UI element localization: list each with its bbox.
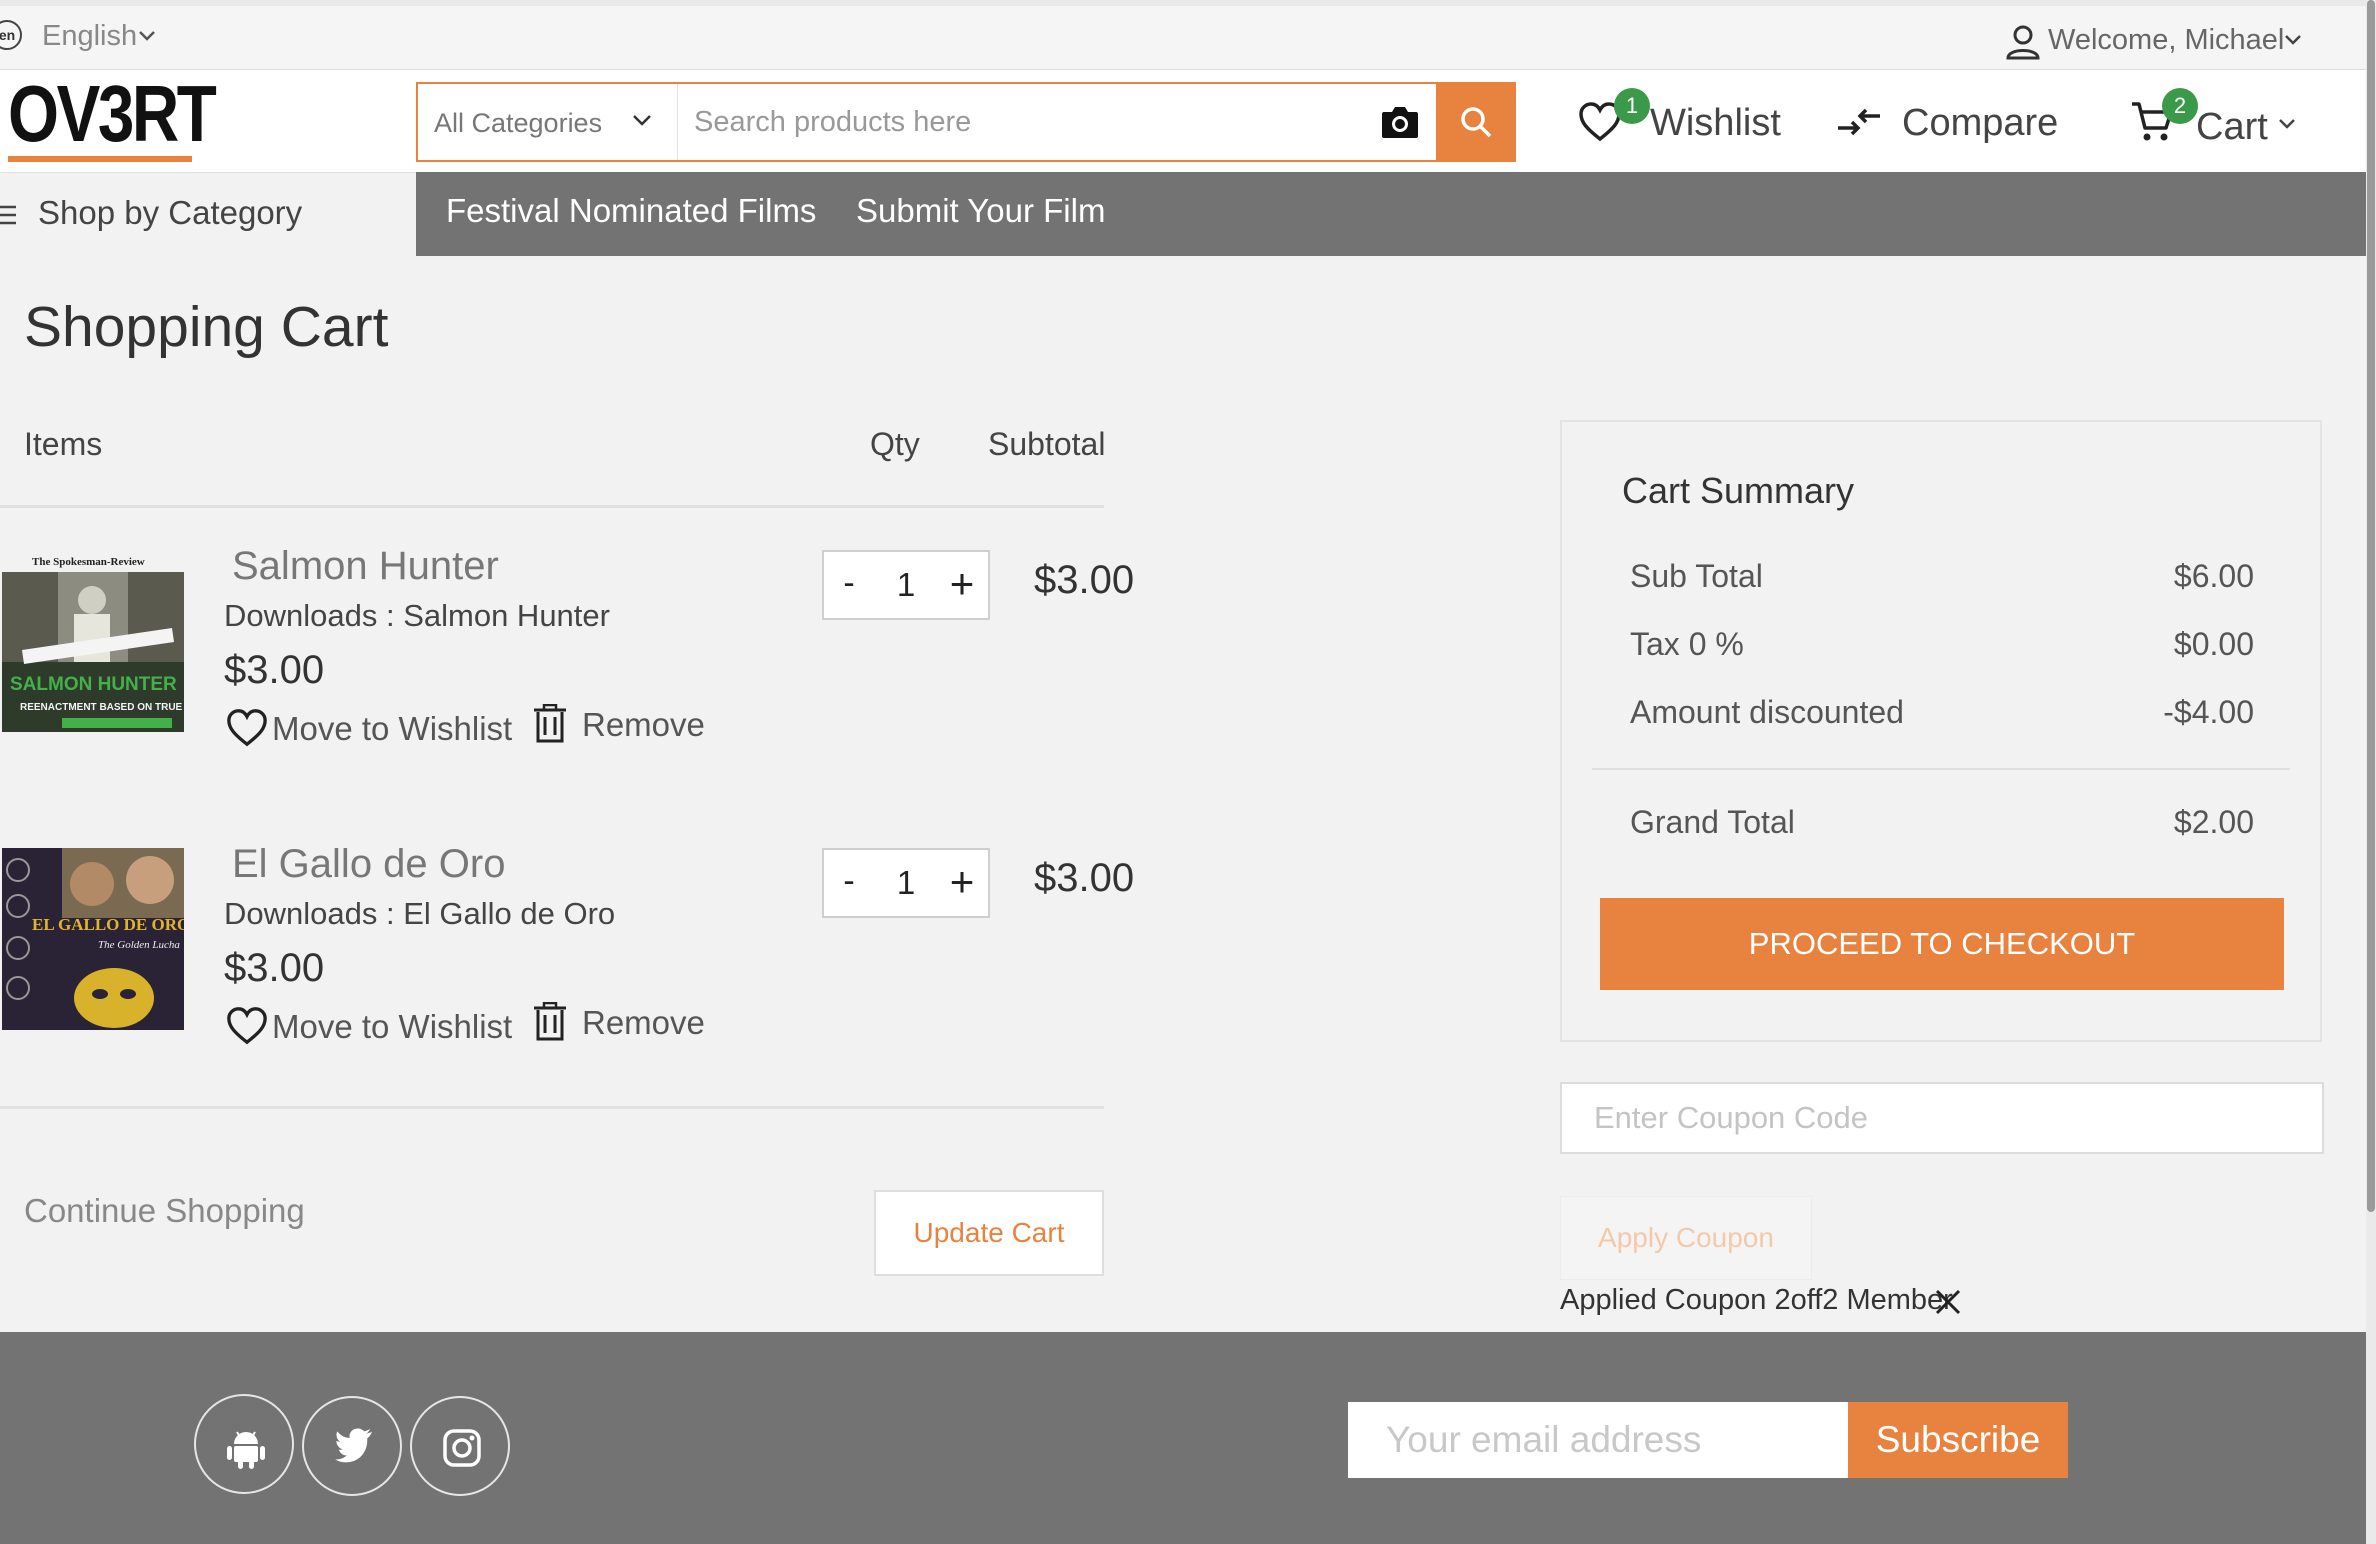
site-logo[interactable]: OV3RT [8, 74, 217, 154]
chevron-down-icon[interactable] [2278, 118, 2296, 130]
nav-link-festival-nominated-films[interactable]: Festival Nominated Films [446, 192, 816, 230]
product-price: $3.00 [224, 946, 325, 990]
coupon-code-input[interactable] [1560, 1082, 2324, 1154]
row-subtotal: $3.00 [1034, 558, 1135, 602]
heart-icon[interactable] [226, 1006, 268, 1046]
update-cart-button[interactable]: Update Cart [874, 1190, 1104, 1276]
newsletter-email-input[interactable] [1348, 1402, 1848, 1478]
search-button[interactable] [1436, 84, 1516, 160]
language-selector[interactable]: English [42, 20, 137, 53]
camera-icon[interactable] [1380, 104, 1420, 140]
poster-masthead: The Spokesman-Review [32, 556, 145, 568]
shop-by-category-menu[interactable]: Shop by Category [38, 194, 302, 232]
qty-value[interactable]: 1 [886, 566, 926, 604]
category-select-label: All Categories [434, 108, 603, 138]
poster-tagline: REENACTMENT BASED ON TRUE STORY [20, 702, 184, 713]
product-thumbnail-salmon-hunter[interactable]: The Spokesman-Review SALMON HUNTER REENA… [2, 550, 184, 732]
close-icon[interactable] [1934, 1288, 1962, 1316]
cart-summary-title: Cart Summary [1622, 470, 1855, 511]
page-title: Shopping Cart [24, 295, 389, 359]
instagram-icon [443, 1429, 481, 1467]
summary-value-discount: -$4.00 [2163, 694, 2254, 730]
chevron-down-icon[interactable] [2284, 34, 2302, 46]
product-downloads: Downloads : Salmon Hunter [224, 598, 610, 633]
move-to-wishlist-link[interactable]: Move to Wishlist [272, 710, 512, 748]
search-icon [1461, 107, 1492, 138]
proceed-to-checkout-button[interactable]: PROCEED TO CHECKOUT [1600, 898, 2284, 990]
qty-value[interactable]: 1 [886, 864, 926, 902]
remove-link[interactable]: Remove [582, 706, 705, 744]
quantity-stepper: - 1 + [822, 848, 990, 918]
product-downloads: Downloads : El Gallo de Oro [224, 896, 616, 931]
compare-arrows-icon[interactable] [1836, 106, 1882, 140]
qty-decrease-button[interactable]: - [834, 862, 864, 901]
heart-icon[interactable] [226, 708, 268, 748]
instagram-link[interactable] [410, 1396, 510, 1496]
summary-label-tax: Tax 0 % [1630, 626, 1744, 662]
android-link[interactable] [194, 1394, 294, 1494]
wishlist-count-badge: 1 [1614, 88, 1650, 124]
compare-link[interactable]: Compare [1902, 102, 2058, 145]
chevron-down-icon [632, 114, 652, 128]
poster-tagline: The Golden Lucha [98, 939, 180, 951]
scrollbar-thumb[interactable] [2367, 0, 2375, 1212]
trash-icon[interactable] [532, 1002, 568, 1042]
search-bar: All Categories [416, 82, 1516, 162]
continue-shopping-link[interactable]: Continue Shopping [24, 1192, 305, 1230]
wishlist-link[interactable]: Wishlist [1650, 102, 1781, 145]
qty-increase-button[interactable]: + [942, 560, 982, 608]
summary-value-subtotal: $6.00 [2173, 558, 2254, 594]
column-header-subtotal: Subtotal [988, 426, 1106, 462]
poster-title: EL GALLO DE ORO [32, 915, 184, 934]
row-subtotal: $3.00 [1034, 856, 1135, 900]
summary-label-discount: Amount discounted [1630, 694, 1904, 730]
product-name[interactable]: El Gallo de Oro [232, 842, 505, 887]
remove-link[interactable]: Remove [582, 1004, 705, 1042]
hamburger-menu-icon[interactable] [0, 204, 20, 226]
twitter-link[interactable] [302, 1396, 402, 1496]
divider [0, 1106, 1104, 1109]
product-thumbnail-el-gallo-de-oro[interactable]: EL GALLO DE ORO The Golden Lucha [2, 848, 184, 1030]
summary-value-grand-total: $2.00 [2173, 804, 2254, 840]
divider [0, 505, 1104, 508]
qty-increase-button[interactable]: + [942, 858, 982, 906]
cart-count-badge: 2 [2162, 88, 2198, 124]
poster-title: SALMON HUNTER [10, 674, 177, 695]
logo-underline [8, 156, 192, 162]
cart-link[interactable]: Cart [2196, 106, 2268, 149]
twitter-icon [334, 1428, 372, 1463]
search-input[interactable] [694, 84, 1354, 160]
qty-decrease-button[interactable]: - [834, 564, 864, 603]
summary-value-tax: $0.00 [2173, 626, 2254, 662]
product-name[interactable]: Salmon Hunter [232, 544, 499, 589]
applied-coupon-text: Applied Coupon 2off2 Member [1560, 1284, 1953, 1316]
move-to-wishlist-link[interactable]: Move to Wishlist [272, 1008, 512, 1046]
nav-link-submit-your-film[interactable]: Submit Your Film [856, 192, 1105, 230]
column-header-items: Items [24, 426, 103, 462]
welcome-user-menu[interactable]: Welcome, Michael [2048, 24, 2284, 57]
subscribe-button[interactable]: Subscribe [1848, 1402, 2068, 1478]
android-icon [227, 1431, 265, 1469]
product-price: $3.00 [224, 648, 325, 692]
chevron-down-icon[interactable] [138, 30, 156, 42]
trash-icon[interactable] [532, 704, 568, 744]
apply-coupon-button[interactable]: Apply Coupon [1560, 1196, 1812, 1280]
user-icon[interactable] [2005, 24, 2041, 60]
quantity-stepper: - 1 + [822, 550, 990, 620]
summary-label-subtotal: Sub Total [1630, 558, 1763, 594]
summary-label-grand-total: Grand Total [1630, 804, 1795, 840]
category-select[interactable]: All Categories [418, 84, 678, 160]
divider [1592, 768, 2290, 770]
column-header-qty: Qty [870, 426, 920, 462]
